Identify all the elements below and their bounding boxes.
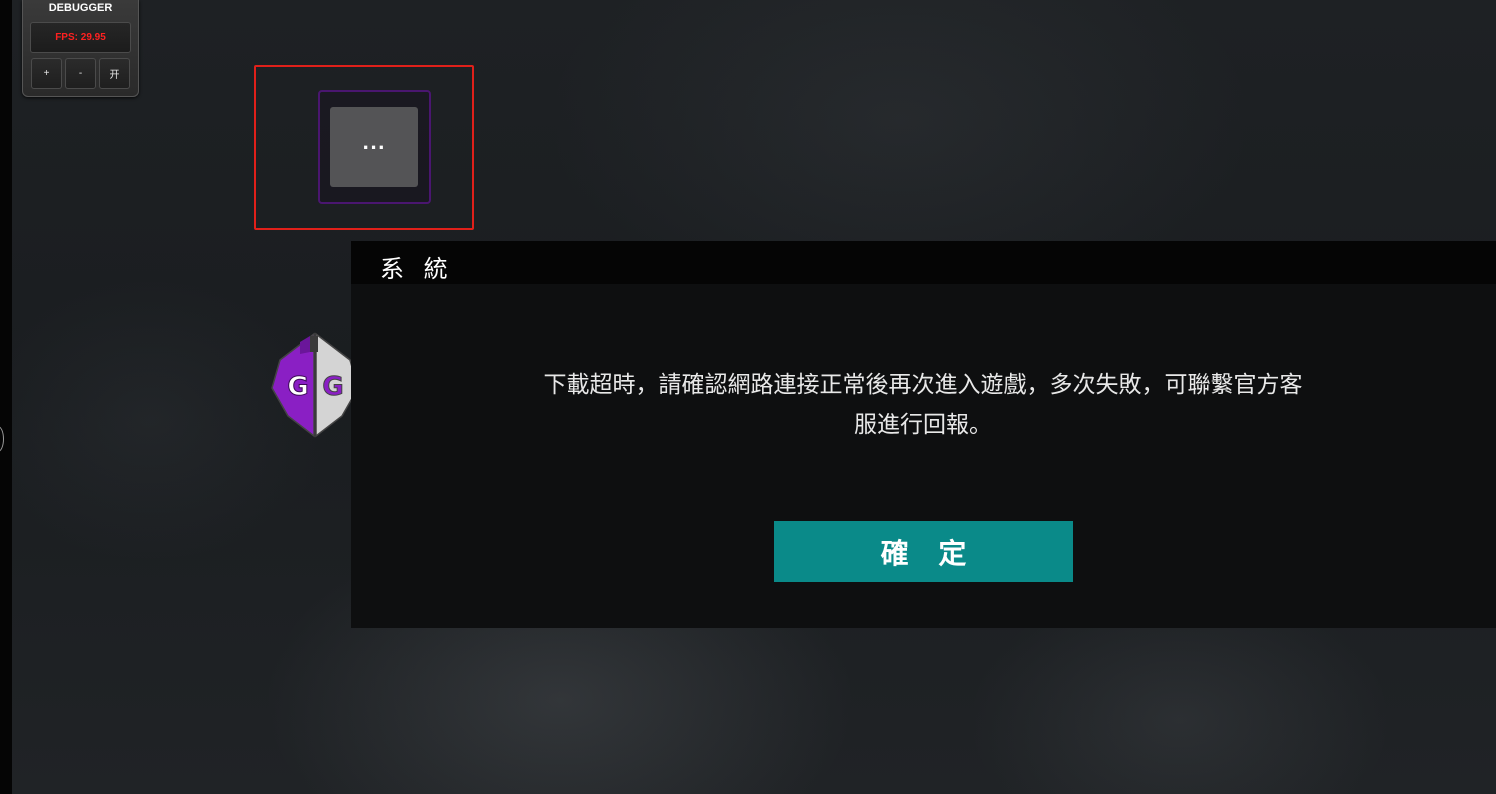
- more-dots-icon: ...: [362, 133, 386, 154]
- gg-shield-icon: G G: [271, 332, 359, 438]
- more-menu-button[interactable]: ...: [330, 107, 418, 187]
- debugger-toggle-button[interactable]: 开: [99, 58, 130, 89]
- confirm-button[interactable]: 確 定: [774, 521, 1073, 582]
- svg-text:G: G: [287, 372, 308, 402]
- dialog-title: 系 統: [380, 255, 454, 283]
- gameguardian-logo[interactable]: G G: [270, 332, 360, 438]
- debugger-panel: DEBUGGER FPS: 29.95 + - 开: [22, 0, 139, 97]
- dialog-message-line1: 下載超時，請確認網路連接正常後再次進入遊戲，多次失敗，可聯繫官方客: [543, 372, 1303, 398]
- system-dialog: 系 統 下載超時，請確認網路連接正常後再次進入遊戲，多次失敗，可聯繫官方客 服進…: [351, 241, 1496, 628]
- svg-text:G: G: [322, 372, 343, 402]
- fps-display: FPS: 29.95: [30, 22, 131, 53]
- debugger-plus-button[interactable]: +: [31, 58, 62, 89]
- game-screen: DEBUGGER FPS: 29.95 + - 开 ... G G 系 統 下載…: [0, 0, 1496, 794]
- debugger-title: DEBUGGER: [48, 2, 113, 14]
- left-edge-strip: [0, 0, 12, 794]
- dialog-message: 下載超時，請確認網路連接正常後再次進入遊戲，多次失敗，可聯繫官方客 服進行回報。: [481, 365, 1365, 445]
- fps-readout: FPS: 29.95: [55, 32, 106, 43]
- confirm-button-label: 確 定: [880, 536, 977, 570]
- dialog-header: 系 統: [351, 241, 1496, 284]
- debugger-minus-button[interactable]: -: [65, 58, 96, 89]
- dialog-message-line2: 服進行回報。: [854, 412, 992, 438]
